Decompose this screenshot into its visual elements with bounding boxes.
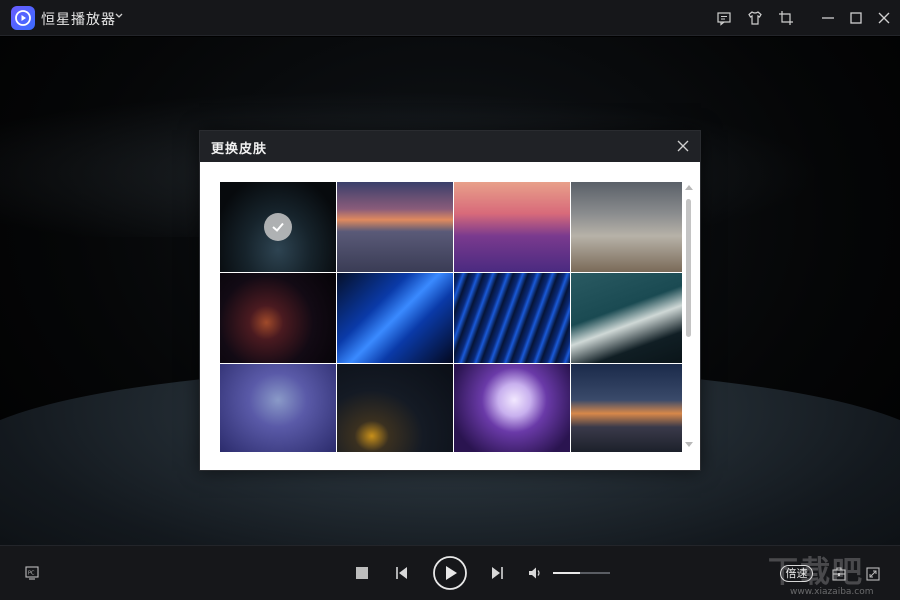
toolbox-icon xyxy=(832,567,846,581)
play-button[interactable] xyxy=(432,555,468,591)
skin-button[interactable] xyxy=(745,8,765,28)
skin-grid xyxy=(220,182,682,452)
skin-thumbnail[interactable] xyxy=(220,273,336,363)
dialog-title: 更换皮肤 xyxy=(211,142,268,157)
volume-slider[interactable] xyxy=(553,572,610,574)
scroll-up-icon[interactable] xyxy=(685,185,693,190)
next-icon xyxy=(492,567,503,579)
previous-icon xyxy=(396,567,407,579)
close-button[interactable] xyxy=(874,8,894,28)
skin-thumbnail[interactable] xyxy=(337,182,453,272)
maximize-button[interactable] xyxy=(846,8,866,28)
minimize-icon xyxy=(822,17,834,19)
skin-thumbnail[interactable] xyxy=(571,273,682,363)
skin-thumbnail[interactable] xyxy=(337,364,453,452)
skin-thumbnail[interactable] xyxy=(571,182,682,272)
stop-button[interactable] xyxy=(354,565,370,581)
skin-thumbnail[interactable] xyxy=(337,273,453,363)
feedback-button[interactable] xyxy=(714,8,734,28)
dialog-close-icon[interactable] xyxy=(676,139,690,153)
control-bar: PC 倍速 xyxy=(0,545,900,600)
app-title[interactable]: 恒星播放器 xyxy=(41,9,116,29)
stop-icon xyxy=(356,567,368,579)
toolbox-button[interactable] xyxy=(830,565,848,583)
scroll-down-icon[interactable] xyxy=(685,442,693,447)
svg-text:PC: PC xyxy=(28,571,35,577)
skin-thumbnail[interactable] xyxy=(454,364,570,452)
skin-thumbnail[interactable] xyxy=(571,364,682,452)
skin-thumbnail[interactable] xyxy=(454,273,570,363)
volume-button[interactable] xyxy=(527,565,543,581)
scroll-thumb[interactable] xyxy=(686,199,691,337)
skin-thumbnail[interactable] xyxy=(454,182,570,272)
scrollbar[interactable] xyxy=(684,185,693,450)
volume-slider-fill xyxy=(553,572,581,574)
fullscreen-button[interactable] xyxy=(864,565,882,583)
message-icon xyxy=(717,12,731,26)
fullscreen-icon xyxy=(866,567,880,581)
skin-thumbnail[interactable] xyxy=(220,364,336,452)
tshirt-icon xyxy=(748,11,762,25)
title-bar: 恒星播放器 xyxy=(0,0,900,36)
pc-button[interactable]: PC xyxy=(23,564,41,582)
previous-button[interactable] xyxy=(393,565,411,581)
crop-button[interactable] xyxy=(776,8,796,28)
dialog-header: 更换皮肤 xyxy=(200,131,700,162)
minimize-button[interactable] xyxy=(818,8,838,28)
app-logo-icon xyxy=(11,6,35,30)
crop-icon xyxy=(779,11,793,25)
next-button[interactable] xyxy=(488,565,506,581)
pc-icon: PC xyxy=(25,566,39,580)
maximize-icon xyxy=(850,12,862,24)
speed-button[interactable]: 倍速 xyxy=(780,565,813,582)
volume-icon xyxy=(529,567,540,579)
chevron-down-icon[interactable] xyxy=(114,11,124,21)
skin-dialog: 更换皮肤 xyxy=(199,130,701,471)
close-icon xyxy=(878,12,890,24)
play-icon xyxy=(433,556,467,590)
skin-thumbnail[interactable] xyxy=(220,182,336,272)
selected-check-icon xyxy=(264,213,292,241)
